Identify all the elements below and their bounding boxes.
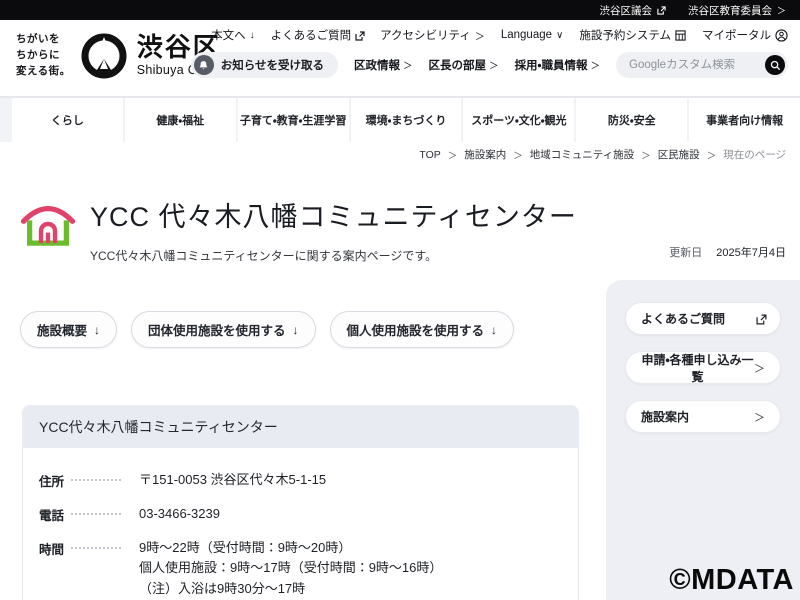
arrow-down-icon: ↓ [292, 322, 299, 337]
utility-nav: 本文へ ↓ よくあるご質問 アクセシビリティ ＞ Language ∨ 施設予約… [211, 27, 788, 43]
breadcrumb: TOP ＞ 施設案内 ＞ 地域コミュニティ施設 ＞ 区民施設 ＞ 現在のページ [419, 147, 786, 162]
right-sidebar: よくあるご質問 申請・各種申し込み一覧 ＞ 施設案内 ＞ [606, 280, 800, 600]
arrow-down-icon: ↓ [94, 322, 101, 337]
quick-nav: お知らせを受け取る 区政情報 ＞ 区長の部屋 ＞ 採用・職員情報 ＞ [190, 52, 788, 78]
tab-childcare-education[interactable]: 子育て・教育・生涯学習 [237, 98, 349, 142]
search-button[interactable] [765, 55, 785, 75]
facility-row-address: 住所 〒151-0053 渋谷区代々木5-1-15 [39, 470, 327, 489]
breadcrumb-separator: ＞ [447, 150, 458, 162]
tab-kurashi[interactable]: くらし [12, 98, 123, 142]
link-board-of-education[interactable]: 渋谷区教育委員会 ＞ [688, 3, 786, 18]
facility-row-hours: 時間 9時〜22時（受付時間：9時〜20時） 個人使用施設：9時〜17時（受付時… [39, 538, 443, 597]
tab-disaster-safety[interactable]: 防災・安全 [576, 98, 688, 142]
anchor-button-row: 施設概要 ↓ 団体使用施設を使用する ↓ 個人使用施設を使用する ↓ [20, 311, 515, 348]
sidebar-applications-button[interactable]: 申請・各種申し込み一覧 ＞ [625, 351, 781, 384]
tab-sports-culture-tourism[interactable]: スポーツ・文化・観光 [463, 98, 575, 142]
breadcrumb-community-facility[interactable]: 地域コミュニティ施設 [530, 147, 634, 162]
search-input[interactable] [629, 59, 765, 71]
breadcrumb-facility-guide[interactable]: 施設案内 [464, 147, 506, 162]
page-description: YCC代々木八幡コミュニティセンターに関する案内ページです。 [90, 249, 438, 263]
anchor-individual-use-button[interactable]: 個人使用施設を使用する ↓ [329, 311, 515, 348]
facility-row-phone: 電話 03-3466-3239 [39, 504, 220, 523]
breadcrumb-top[interactable]: TOP [419, 149, 440, 161]
utility-faq[interactable]: よくあるご質問 [271, 27, 365, 43]
link-city-council[interactable]: 渋谷区議会 [599, 3, 666, 18]
sidebar-facility-guide-button[interactable]: 施設案内 ＞ [625, 400, 781, 433]
chevron-right-icon: ＞ [754, 362, 765, 375]
search-icon [770, 60, 781, 71]
tab-environment-city[interactable]: 環境・まちづくり [350, 98, 462, 142]
updated-date: 更新日 2025年7月4日 [669, 247, 786, 259]
arrow-down-icon: ↓ [491, 322, 498, 337]
facility-house-icon [20, 197, 76, 249]
external-link-icon [756, 314, 767, 325]
page-title-block: YCC 代々木八幡コミュニティセンター YCC代々木八幡コミュニティセンターに関… [20, 195, 577, 264]
quick-link-mayors-office[interactable]: 区長の部屋 ＞ [429, 57, 499, 73]
chevron-right-icon: ＞ [403, 61, 413, 72]
mdata-watermark: ©MDATA [669, 564, 794, 596]
bell-icon [193, 55, 214, 75]
external-link-icon [355, 30, 365, 41]
facility-card-title: YCC代々木八幡コミュニティセンター [22, 405, 579, 448]
utility-accessibility[interactable]: アクセシビリティ ＞ [380, 27, 485, 43]
breadcrumb-ward-facility[interactable]: 区民施設 [658, 147, 700, 162]
top-government-bar: 渋谷区議会 渋谷区教育委員会 ＞ [0, 0, 800, 20]
chevron-right-icon: ＞ [776, 5, 786, 16]
shibuya-city-logo-icon [81, 33, 127, 79]
notification-subscribe-button[interactable]: お知らせを受け取る [190, 52, 339, 78]
chevron-right-icon: ＞ [590, 61, 600, 72]
utility-my-portal[interactable]: マイポータル [702, 27, 788, 43]
facility-info-card: YCC代々木八幡コミュニティセンター 住所 〒151-0053 渋谷区代々木5-… [22, 405, 579, 600]
breadcrumb-separator: ＞ [513, 150, 523, 162]
sidebar-faq-button[interactable]: よくあるご質問 [625, 302, 781, 335]
page-title: YCC 代々木八幡コミュニティセンター [90, 202, 577, 232]
city-tagline: ちがいを ちからに 変える街。 [16, 33, 71, 77]
quick-link-city-info[interactable]: 区政情報 ＞ [354, 57, 413, 73]
chevron-right-icon: ＞ [474, 31, 485, 43]
tab-health-welfare[interactable]: 健康・福祉 [124, 98, 236, 142]
anchor-group-use-button[interactable]: 団体使用施設を使用する ↓ [131, 311, 316, 348]
external-link-icon [657, 5, 666, 15]
breadcrumb-separator: ＞ [706, 150, 717, 162]
arrow-down-icon: ↓ [249, 29, 255, 41]
tab-business-info[interactable]: 事業者向け情報 [689, 98, 800, 142]
dotted-leader [71, 538, 121, 549]
chevron-right-icon: ＞ [754, 411, 765, 424]
site-search [616, 52, 788, 78]
chevron-down-icon: ∨ [556, 29, 564, 41]
breadcrumb-separator: ＞ [641, 150, 651, 162]
main-nav: くらし 健康・福祉 子育て・教育・生涯学習 環境・まちづくり スポーツ・文化・観… [0, 97, 800, 142]
site-header: ちがいを ちからに 変える街。 渋谷区 Shibuya City 本文へ ↓ よ… [0, 20, 800, 97]
chevron-right-icon: ＞ [489, 61, 499, 72]
anchor-facility-overview-button[interactable]: 施設概要 ↓ [20, 311, 118, 348]
dotted-leader [71, 504, 121, 515]
user-account-icon [775, 28, 788, 42]
breadcrumb-current-page: 現在のページ [723, 149, 786, 161]
reservation-calendar-icon [675, 29, 686, 41]
utility-skip-to-content[interactable]: 本文へ ↓ [211, 27, 255, 43]
quick-link-recruitment[interactable]: 採用・職員情報 ＞ [515, 57, 600, 73]
utility-reservation-system[interactable]: 施設予約システム [579, 27, 686, 43]
dotted-leader [71, 470, 121, 481]
utility-language[interactable]: Language ∨ [501, 29, 564, 41]
